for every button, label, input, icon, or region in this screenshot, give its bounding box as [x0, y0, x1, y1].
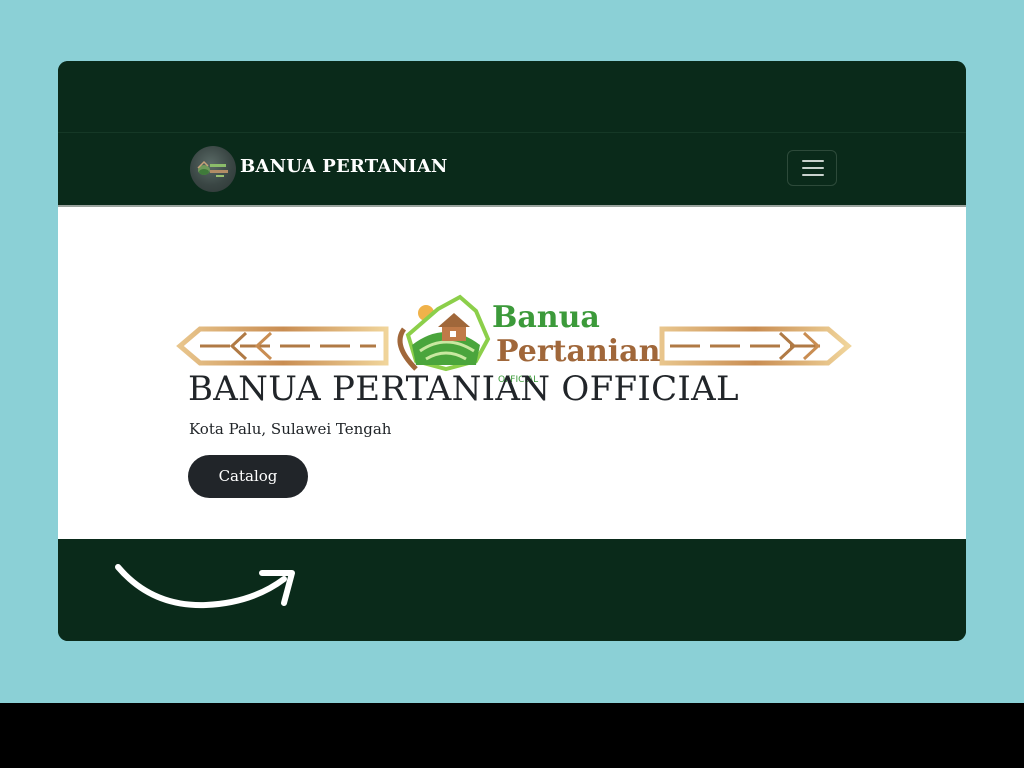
browser-card: BANUA PERTANIAN Banua Pertanian OFFICIAL…: [58, 61, 966, 641]
logo-text-banua: Banua: [492, 300, 600, 335]
hamburger-menu-button[interactable]: [787, 150, 837, 186]
hamburger-line: [802, 160, 824, 162]
hero-section: Banua Pertanian OFFICIAL BANUA PERTANIAN…: [58, 207, 966, 539]
navbar: BANUA PERTANIAN: [58, 132, 966, 208]
hero-location: Kota Palu, Sulawei Tengah: [189, 420, 392, 438]
hero-title: BANUA PERTANIAN OFFICIAL: [188, 369, 739, 409]
footer-band: [58, 539, 966, 641]
brand-logo-avatar[interactable]: [190, 146, 236, 192]
top-strip: [58, 61, 966, 132]
brand-title[interactable]: BANUA PERTANIAN: [240, 155, 448, 179]
hamburger-line: [802, 174, 824, 176]
hamburger-line: [802, 167, 824, 169]
curved-arrow-icon: [115, 564, 295, 609]
catalog-button[interactable]: Catalog: [188, 455, 308, 498]
screen-bottom-bar: [0, 703, 1024, 768]
logo-text-pertanian: Pertanian: [496, 334, 661, 369]
brand-logo-icon: [197, 160, 228, 177]
